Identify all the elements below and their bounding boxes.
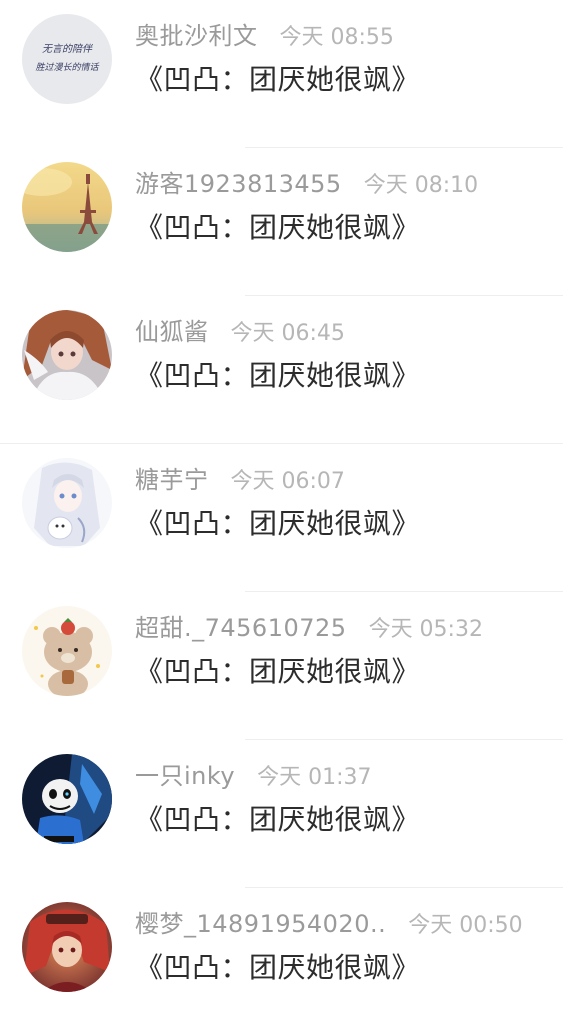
list-item[interactable]: 一只inky 今天 01:37 《凹凸：团厌她很飒》 bbox=[0, 740, 563, 888]
user-name[interactable]: 糖芋宁 bbox=[135, 460, 209, 495]
user-name[interactable]: 仙狐酱 bbox=[135, 312, 209, 347]
list-item[interactable]: 糖芋宁 今天 06:07 《凹凸：团厌她很飒》 bbox=[0, 444, 563, 592]
teddy-bear-avatar-icon bbox=[22, 606, 112, 696]
white-hair-girl-avatar-icon bbox=[22, 458, 112, 548]
list-item[interactable]: 仙狐酱 今天 06:45 《凹凸：团厌她很飒》 bbox=[0, 296, 563, 444]
item-title[interactable]: 《凹凸：团厌她很飒》 bbox=[135, 58, 420, 98]
item-title[interactable]: 《凹凸：团厌她很飒》 bbox=[135, 354, 420, 394]
item-meta: 奥批沙利文 今天 08:55 bbox=[135, 16, 394, 56]
skeleton-character-avatar-icon bbox=[22, 754, 112, 844]
eiffel-tower-avatar-icon bbox=[22, 162, 112, 252]
avatar-handwriting-line-2: 胜过漫长的情话 bbox=[35, 62, 99, 73]
list-item[interactable]: 樱梦_14891954020.. 今天 00:50 《凹凸：团厌她很飒》 bbox=[0, 888, 563, 1036]
timestamp: 今天 01:37 bbox=[257, 765, 372, 790]
message-list: 无言的陪伴 胜过漫长的情话 奥批沙利文 今天 08:55 《凹凸：团厌她很飒》 bbox=[0, 0, 563, 1019]
timestamp: 今天 08:10 bbox=[363, 173, 479, 198]
item-title[interactable]: 《凹凸：团厌她很飒》 bbox=[135, 946, 420, 986]
item-meta: 仙狐酱 今天 06:45 bbox=[135, 312, 345, 352]
avatar[interactable] bbox=[22, 606, 112, 696]
user-name[interactable]: 奥批沙利文 bbox=[135, 16, 258, 51]
avatar-handwriting-line-1: 无言的陪伴 bbox=[42, 43, 94, 55]
timestamp: 今天 05:32 bbox=[368, 617, 483, 642]
list-item[interactable]: 游客1923813455 今天 08:10 《凹凸：团厌她很飒》 bbox=[0, 148, 563, 296]
timestamp: 今天 06:45 bbox=[230, 321, 345, 346]
avatar[interactable]: 无言的陪伴 胜过漫长的情话 bbox=[22, 14, 112, 104]
list-item[interactable]: 超甜._745610725 今天 05:32 《凹凸：团厌她很飒》 bbox=[0, 592, 563, 740]
anime-girl-avatar-icon bbox=[22, 310, 112, 400]
avatar[interactable] bbox=[22, 162, 112, 252]
timestamp: 今天 06:07 bbox=[230, 469, 345, 494]
avatar[interactable] bbox=[22, 458, 112, 548]
avatar[interactable] bbox=[22, 310, 112, 400]
user-name[interactable]: 游客1923813455 bbox=[135, 164, 342, 199]
list-item[interactable]: 无言的陪伴 胜过漫长的情话 奥批沙利文 今天 08:55 《凹凸：团厌她很飒》 bbox=[0, 0, 563, 148]
user-name[interactable]: 一只inky bbox=[135, 756, 235, 791]
item-title[interactable]: 《凹凸：团厌她很飒》 bbox=[135, 206, 420, 246]
item-meta: 超甜._745610725 今天 05:32 bbox=[135, 608, 483, 648]
item-meta: 糖芋宁 今天 06:07 bbox=[135, 460, 345, 500]
item-title[interactable]: 《凹凸：团厌她很飒》 bbox=[135, 798, 420, 838]
user-name[interactable]: 超甜._745610725 bbox=[135, 608, 347, 643]
handwritten-note-avatar-icon: 无言的陪伴 胜过漫长的情话 bbox=[22, 14, 112, 104]
item-title[interactable]: 《凹凸：团厌她很飒》 bbox=[135, 650, 420, 690]
avatar[interactable] bbox=[22, 902, 112, 992]
timestamp: 今天 00:50 bbox=[408, 913, 523, 938]
item-meta: 樱梦_14891954020.. 今天 00:50 bbox=[135, 904, 523, 944]
item-meta: 一只inky 今天 01:37 bbox=[135, 756, 372, 796]
red-hair-character-avatar-icon bbox=[22, 902, 112, 992]
avatar[interactable] bbox=[22, 754, 112, 844]
item-title[interactable]: 《凹凸：团厌她很飒》 bbox=[135, 502, 420, 542]
item-meta: 游客1923813455 今天 08:10 bbox=[135, 164, 478, 204]
timestamp: 今天 08:55 bbox=[279, 25, 394, 50]
user-name[interactable]: 樱梦_14891954020.. bbox=[135, 904, 386, 939]
